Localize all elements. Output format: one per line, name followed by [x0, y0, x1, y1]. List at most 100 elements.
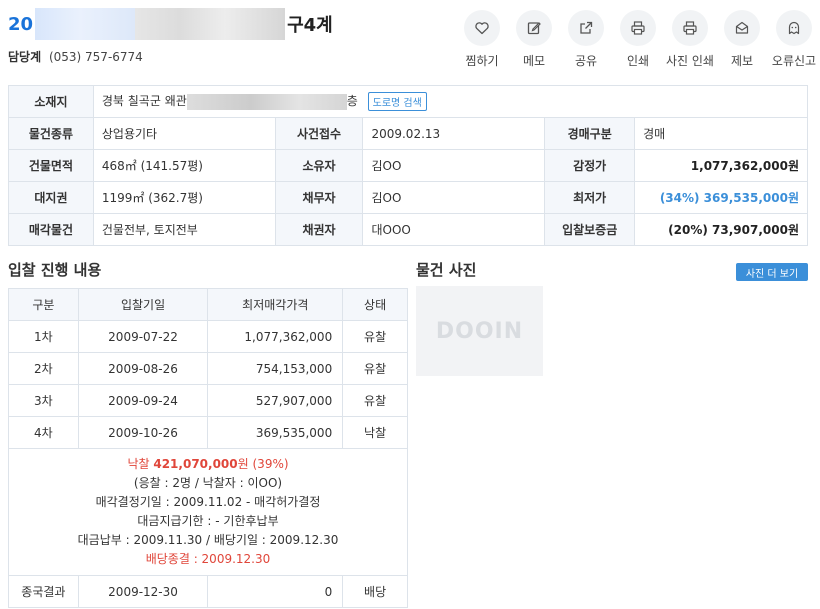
- column-header: 상태: [342, 288, 408, 321]
- final-result-date: 2009-12-30: [77, 575, 209, 608]
- table-row: 낙찰 421,070,000원 (39%) (응찰 : 2명 / 낙찰자 : 이…: [8, 448, 408, 576]
- location-tail: 층: [346, 94, 358, 108]
- type-label: 물건종류: [8, 117, 94, 150]
- filed-label: 사건접수: [274, 117, 364, 150]
- placeholder-logo: DOOIN: [435, 318, 524, 344]
- memo-label: 메모: [522, 54, 546, 68]
- memo-button[interactable]: 메모: [508, 10, 560, 69]
- property-info-table: 소재지 경북 칠곡군 왜관 층 도로명 검색 물건종류 상업용기타 사건접수 20…: [8, 85, 809, 246]
- court-division: 구4계: [287, 15, 333, 36]
- road-address-search-button[interactable]: 도로명 검색: [367, 92, 427, 111]
- payment-line: 대금납부 : 2009.11.30 / 배당기일 : 2009.12.30: [77, 533, 339, 547]
- table-row: 소재지 경북 칠곡군 왜관 층 도로명 검색: [8, 85, 809, 118]
- filed-value: 2009.02.13: [362, 117, 546, 150]
- owner-value: 김OO: [362, 149, 546, 182]
- winning-bid-line: 낙찰 421,070,000원 (39%): [9, 455, 407, 474]
- status-cell: 유찰: [342, 352, 408, 385]
- owner-label: 소유자: [274, 149, 364, 182]
- sale-decision-line: 매각결정기일 : 2009.11.02 - 매각허가결정: [95, 495, 321, 509]
- table-header-row: 구분 입찰기일 최저매각가격 상태: [8, 288, 408, 321]
- bookmark-button[interactable]: 찜하기: [456, 10, 508, 69]
- share-icon: [568, 10, 604, 46]
- minimum-price-label: 최저가: [544, 181, 636, 214]
- edit-icon: [516, 10, 552, 46]
- location-value: 경북 칠곡군 왜관: [101, 94, 187, 108]
- final-result-amount: 0: [207, 575, 344, 608]
- date-cell: 2009-07-22: [77, 320, 209, 353]
- round-cell: 4차: [8, 416, 79, 449]
- date-cell: 2009-09-24: [77, 384, 209, 417]
- table-row: 4차 2009-10-26 369,535,000 낙찰: [8, 416, 408, 449]
- minimum-price-value: (34%) 369,535,000원: [634, 181, 808, 214]
- price-cell: 369,535,000: [207, 416, 344, 449]
- dividend-closed-line: 배당종결 : 2009.12.30: [145, 552, 271, 566]
- printer-icon: [672, 10, 708, 46]
- mail-icon: [724, 10, 760, 46]
- ghost-icon: [776, 10, 812, 46]
- creditor-label: 채권자: [274, 213, 364, 246]
- share-button[interactable]: 공유: [560, 10, 612, 69]
- date-cell: 2009-08-26: [77, 352, 209, 385]
- table-row: 3차 2009-09-24 527,907,000 유찰: [8, 384, 408, 417]
- department-contact: 담당계 (053) 757-6774: [8, 48, 143, 65]
- column-header: 최저매각가격: [207, 288, 344, 321]
- winning-bid-label: 낙찰: [127, 457, 150, 471]
- table-row: 매각물건 건물전부, 토지전부 채권자 대OOO 입찰보증금 (20%) 73,…: [8, 213, 808, 246]
- error-report-label: 오류신고: [771, 54, 817, 68]
- bidders-line: (응찰 : 2명 / 낙찰자 : 이OO): [133, 476, 283, 490]
- table-row: 종국결과 2009-12-30 0 배당: [8, 575, 408, 608]
- type-value: 상업용기타: [92, 117, 276, 150]
- price-cell: 1,077,362,000: [207, 320, 344, 353]
- price-cell: 754,153,000: [207, 352, 344, 385]
- winning-bid-unit: 원: [237, 457, 249, 471]
- creditor-value: 대OOO: [362, 213, 546, 246]
- photo-print-label: 사진 인쇄: [666, 54, 714, 68]
- report-label: 제보: [730, 54, 754, 68]
- location-label: 소재지: [8, 85, 94, 118]
- appraisal-label: 감정가: [544, 149, 636, 182]
- status-cell: 유찰: [342, 320, 408, 353]
- table-row: 건물면적 468㎡ (141.57평) 소유자 김OO 감정가 1,077,36…: [8, 149, 808, 182]
- redacted-block: [35, 8, 136, 40]
- case-title: 20 구4계: [8, 8, 333, 40]
- print-button[interactable]: 인쇄: [612, 10, 664, 69]
- share-label: 공유: [574, 54, 598, 68]
- sale-items-value: 건물전부, 토지전부: [92, 213, 276, 246]
- property-photo-thumbnail[interactable]: DOOIN: [416, 286, 543, 376]
- table-row: 대지권 1199㎡ (362.7평) 채무자 김OO 최저가 (34%) 369…: [8, 181, 808, 214]
- round-cell: 1차: [8, 320, 79, 353]
- location-cell: 경북 칠곡군 왜관 층 도로명 검색: [92, 85, 809, 118]
- building-area-value: 468㎡ (141.57평): [92, 149, 276, 182]
- debtor-label: 채무자: [274, 181, 364, 214]
- date-cell: 2009-10-26: [77, 416, 209, 449]
- round-cell: 2차: [8, 352, 79, 385]
- auction-result-summary: 낙찰 421,070,000원 (39%) (응찰 : 2명 / 낙찰자 : 이…: [8, 448, 408, 576]
- photo-print-button[interactable]: 사진 인쇄: [664, 10, 716, 69]
- more-photos-button[interactable]: 사진 더 보기: [736, 263, 808, 281]
- photos-title: 물건 사진: [416, 261, 477, 279]
- bid-progress-title: 입찰 진행 내용: [8, 261, 102, 279]
- report-button[interactable]: 제보: [716, 10, 768, 69]
- appraisal-value: 1,077,362,000원: [634, 149, 808, 182]
- final-result-status: 배당: [342, 575, 408, 608]
- print-label: 인쇄: [626, 54, 650, 68]
- payment-due-line: 대금지급기한 : - 기한후납부: [137, 514, 279, 528]
- error-report-button[interactable]: 오류신고: [768, 10, 820, 69]
- column-header: 구분: [8, 288, 79, 321]
- debtor-value: 김OO: [362, 181, 546, 214]
- status-cell: 낙찰: [342, 416, 408, 449]
- winning-bid-percent: (39%): [252, 457, 289, 471]
- bookmark-label: 찜하기: [465, 54, 499, 68]
- winning-bid-amount: 421,070,000: [153, 457, 238, 471]
- table-row: 물건종류 상업용기타 사건접수 2009.02.13 경매구분 경매: [8, 117, 808, 150]
- department-name: 담당계: [8, 50, 42, 64]
- bid-deposit-value: (20%) 73,907,000원: [634, 213, 808, 246]
- land-rights-value: 1199㎡ (362.7평): [92, 181, 276, 214]
- redacted-block: [186, 93, 347, 110]
- table-row: 2차 2009-08-26 754,153,000 유찰: [8, 352, 408, 385]
- table-row: 1차 2009-07-22 1,077,362,000 유찰: [8, 320, 408, 353]
- department-phone: (053) 757-6774: [48, 50, 143, 64]
- final-result-label: 종국결과: [8, 575, 79, 608]
- heart-icon: [464, 10, 500, 46]
- bid-deposit-label: 입찰보증금: [544, 213, 636, 246]
